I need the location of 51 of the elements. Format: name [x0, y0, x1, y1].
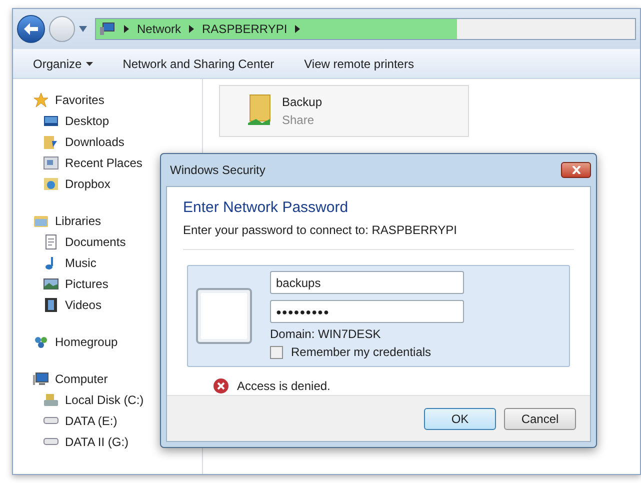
sidebar-item[interactable]: Pictures	[33, 273, 202, 294]
monitor-icon	[33, 370, 49, 386]
breadcrumb[interactable]: Network	[137, 20, 182, 38]
toolbar-button[interactable]: Organize	[33, 54, 93, 72]
drive-icon	[43, 417, 59, 424]
film-icon	[43, 296, 59, 312]
back-button[interactable]	[17, 15, 45, 43]
chevron-icon	[189, 25, 194, 33]
close-button[interactable]	[561, 162, 591, 178]
sidebar-item[interactable]: DATA (E:)	[33, 410, 202, 431]
sidebar-item[interactable]: Desktop	[33, 110, 202, 131]
sidebar-item[interactable]: Homegroup	[33, 331, 202, 352]
dialog-subtitle: Enter your password to connect to: RASPBERRYPI	[183, 222, 458, 239]
sidebar-item[interactable]: Local Disk (C:)	[33, 389, 202, 410]
password-field[interactable]: ●●●●●●●●●	[270, 300, 464, 323]
drive-icon	[43, 392, 59, 408]
toolbar-button[interactable]: View remote printers	[304, 54, 414, 72]
dropdown-arrow-icon[interactable]	[79, 26, 87, 32]
user-tile	[196, 288, 252, 344]
back-arrow-icon	[24, 23, 38, 35]
address-bar[interactable]: Network RASPBERRYPI	[95, 18, 636, 40]
image-icon	[43, 276, 59, 292]
star-icon	[33, 92, 49, 108]
share-tile[interactable]: Backup Share	[219, 85, 469, 137]
username-field[interactable]: backups	[270, 271, 464, 294]
toolbar-button[interactable]: Network and Sharing Center	[122, 54, 274, 72]
caret-icon	[86, 62, 93, 66]
sidebar-item[interactable]: Computer	[33, 368, 202, 389]
network-icon	[100, 22, 116, 36]
dialog-button[interactable]: Cancel	[504, 408, 576, 430]
dialog-title: Windows Security	[170, 162, 266, 179]
chevron-icon	[295, 25, 300, 33]
error-icon	[213, 378, 229, 394]
sidebar-item[interactable]: DATA II (G:)	[33, 431, 202, 452]
dialog-heading: Enter Network Password	[183, 198, 350, 218]
drive-icon	[43, 438, 59, 445]
sidebar-item[interactable]: Videos	[33, 294, 202, 315]
sidebar-item[interactable]: Downloads	[33, 131, 202, 152]
chevron-icon	[124, 25, 129, 33]
error-message: Access is denied.	[237, 378, 330, 395]
share-name: Backup	[282, 94, 322, 111]
dialog-button[interactable]: OK	[424, 408, 496, 430]
domain-label: Domain: WIN7DESK	[270, 326, 382, 343]
sidebar-item[interactable]: Music	[33, 252, 202, 273]
remember-label[interactable]: Remember my credentials	[291, 343, 432, 361]
share-type: Share	[282, 112, 316, 129]
remember-checkbox[interactable]	[270, 346, 283, 358]
sidebar-item[interactable]: Favorites	[33, 89, 202, 110]
breadcrumb[interactable]: RASPBERRYPI	[202, 20, 288, 38]
close-icon	[572, 166, 580, 174]
document-icon	[43, 234, 59, 250]
